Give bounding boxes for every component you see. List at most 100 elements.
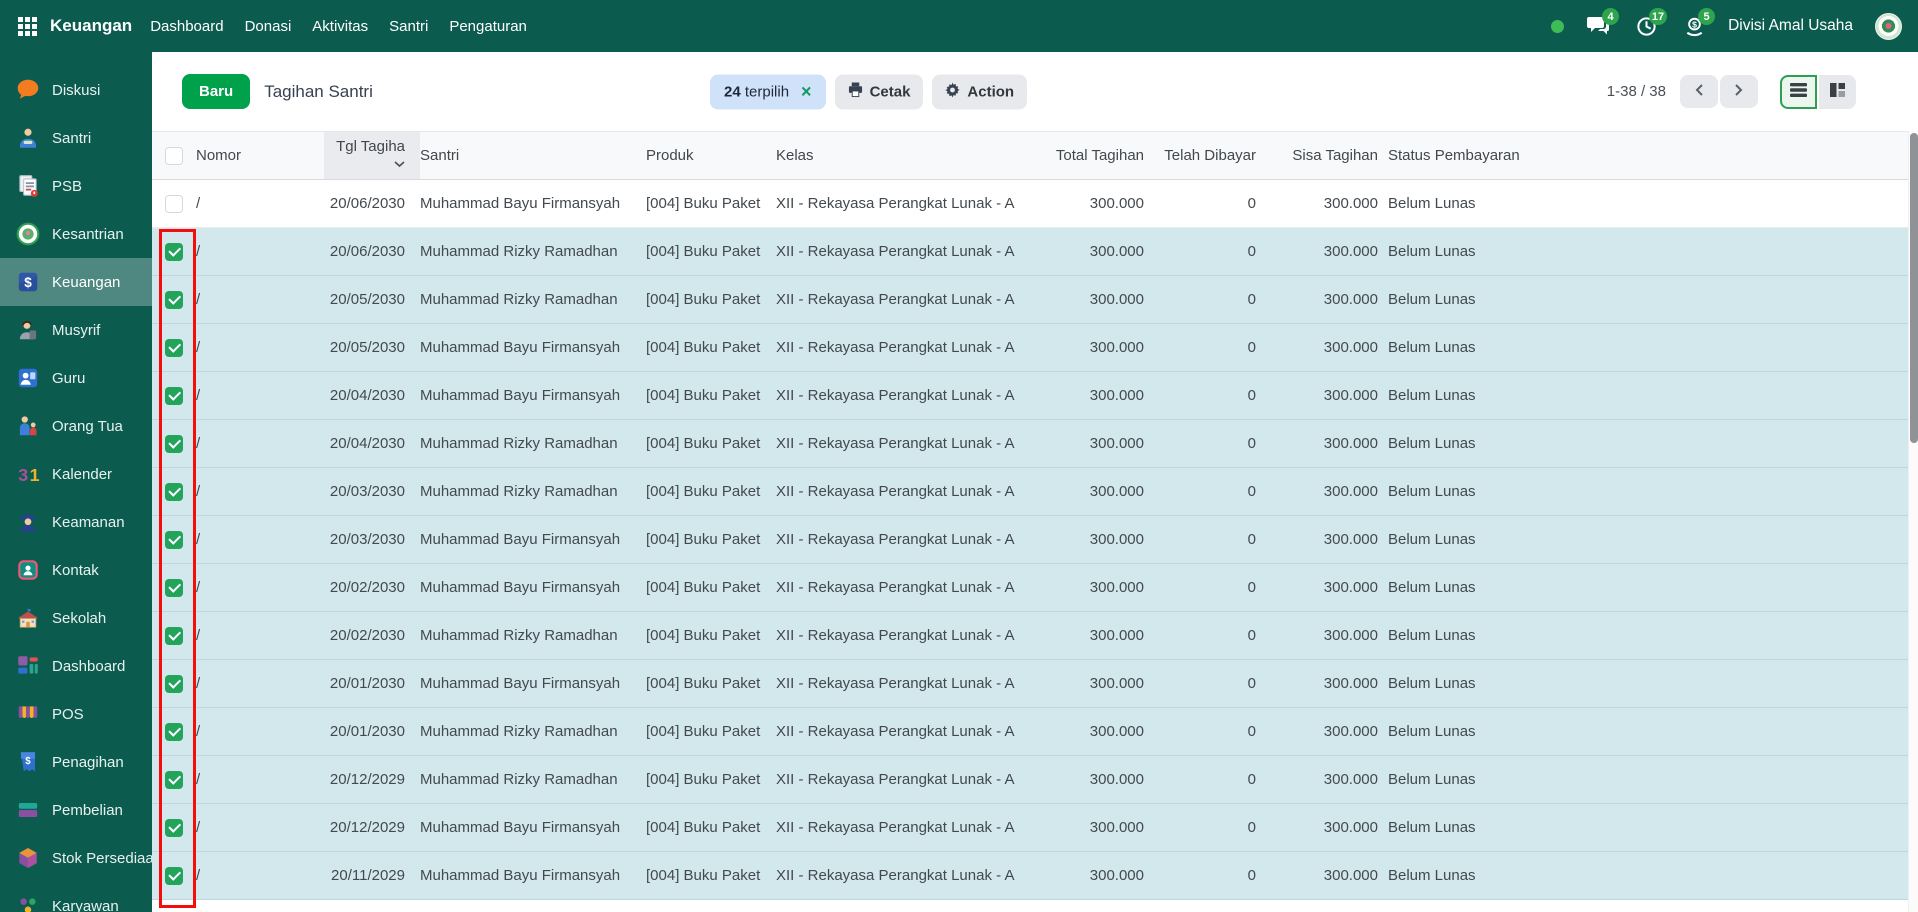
table-row[interactable]: /20/12/2029Muhammad Bayu Firmansyah[004]… [152, 804, 1908, 852]
sidebar-item-orang-tua[interactable]: Orang Tua [0, 402, 152, 450]
cell-total: 300.000 [1016, 612, 1150, 660]
row-checkbox[interactable] [165, 771, 183, 789]
table-row[interactable]: /20/01/2030Muhammad Rizky Ramadhan[004] … [152, 708, 1908, 756]
table-row[interactable]: /20/11/2029Muhammad Bayu Firmansyah[004]… [152, 852, 1908, 900]
row-checkbox[interactable] [165, 627, 183, 645]
row-checkbox[interactable] [165, 867, 183, 885]
sidebar-item-karyawan[interactable]: Karyawan [0, 882, 152, 912]
apps-grid-icon[interactable] [16, 15, 38, 37]
row-checkbox[interactable] [165, 387, 183, 405]
select-all-checkbox[interactable] [165, 147, 183, 165]
cell-kelas: XII - Rekayasa Perangkat Lunak - A [776, 324, 1016, 372]
table-row[interactable]: /20/03/2030Muhammad Rizky Ramadhan[004] … [152, 468, 1908, 516]
scrollbar-thumb[interactable] [1910, 133, 1918, 443]
sidebar-item-diskusi[interactable]: Diskusi [0, 66, 152, 114]
vertical-scrollbar[interactable] [1908, 131, 1918, 912]
close-icon[interactable]: × [801, 83, 812, 101]
selection-count-pill: 24 terpilih × [710, 74, 826, 109]
row-checkbox[interactable] [165, 531, 183, 549]
sidebar-item-guru[interactable]: Guru [0, 354, 152, 402]
sidebar-item-kontak[interactable]: Kontak [0, 546, 152, 594]
sidebar-item-keuangan[interactable]: $Keuangan [0, 258, 152, 306]
row-checkbox[interactable] [165, 195, 183, 213]
column-header-nomor[interactable]: Nomor [196, 132, 324, 180]
sidebar-item-dashboard[interactable]: Dashboard [0, 642, 152, 690]
cell-kelas: XII - Rekayasa Perangkat Lunak - A [776, 660, 1016, 708]
sidebar-item-keamanan[interactable]: Keamanan [0, 498, 152, 546]
user-avatar[interactable] [1875, 13, 1902, 40]
cell-santri: Muhammad Rizky Ramadhan [420, 468, 646, 516]
nav-menu-pengaturan[interactable]: Pengaturan [449, 18, 527, 35]
messages-icon[interactable]: 4 [1586, 14, 1610, 38]
table-row[interactable]: /20/03/2030Muhammad Bayu Firmansyah[004]… [152, 516, 1908, 564]
table-row[interactable]: /20/06/2030Muhammad Rizky Ramadhan[004] … [152, 228, 1908, 276]
table-row[interactable]: /20/02/2030Muhammad Rizky Ramadhan[004] … [152, 612, 1908, 660]
new-record-button[interactable]: Baru [182, 74, 250, 109]
column-header-kelas[interactable]: Kelas [776, 132, 1016, 180]
table-row[interactable]: /20/05/2030Muhammad Bayu Firmansyah[004]… [152, 324, 1908, 372]
app-brand[interactable]: Keuangan [50, 16, 132, 36]
sidebar-item-label: Musyrif [52, 322, 100, 339]
table-row[interactable]: /20/04/2030Muhammad Bayu Firmansyah[004]… [152, 372, 1908, 420]
column-header-tgl-tagiha[interactable]: Tgl Tagiha [324, 132, 420, 180]
nav-menu-santri[interactable]: Santri [389, 18, 428, 35]
sidebar-item-kalender[interactable]: 31Kalender [0, 450, 152, 498]
row-filler-cell [1580, 180, 1908, 228]
list-view-button[interactable] [1780, 75, 1817, 109]
cell-nomor: / [196, 228, 324, 276]
table-row[interactable]: /20/02/2030Muhammad Bayu Firmansyah[004]… [152, 564, 1908, 612]
cell-total: 300.000 [1016, 420, 1150, 468]
sidebar-item-sekolah[interactable]: Sekolah [0, 594, 152, 642]
row-checkbox[interactable] [165, 723, 183, 741]
table-row[interactable]: /20/06/2030Muhammad Bayu Firmansyah[004]… [152, 180, 1908, 228]
row-checkbox[interactable] [165, 339, 183, 357]
company-switcher[interactable]: Divisi Amal Usaha [1728, 17, 1853, 35]
cell-dibayar: 0 [1150, 372, 1268, 420]
row-checkbox[interactable] [165, 579, 183, 597]
nav-menu-dashboard[interactable]: Dashboard [150, 18, 223, 35]
sidebar-item-kesantrian[interactable]: Kesantrian [0, 210, 152, 258]
table-row[interactable]: /20/04/2030Muhammad Rizky Ramadhan[004] … [152, 420, 1908, 468]
row-checkbox[interactable] [165, 291, 183, 309]
column-header-total-tagihan[interactable]: Total Tagihan [1016, 132, 1150, 180]
column-header-produk[interactable]: Produk [646, 132, 776, 180]
column-header-santri[interactable]: Santri [420, 132, 646, 180]
sidebar-item-musyrif[interactable]: Musyrif [0, 306, 152, 354]
row-filler-cell [1580, 612, 1908, 660]
column-header-sisa-tagihan[interactable]: Sisa Tagihan [1268, 132, 1380, 180]
table-row[interactable]: /20/12/2029Muhammad Rizky Ramadhan[004] … [152, 756, 1908, 804]
row-checkbox[interactable] [165, 483, 183, 501]
cell-sisa: 300.000 [1268, 420, 1380, 468]
kanban-view-button[interactable] [1819, 75, 1856, 109]
row-checkbox[interactable] [165, 819, 183, 837]
column-header-status-pembayaran[interactable]: Status Pembayaran [1380, 132, 1580, 180]
cell-sisa: 300.000 [1268, 804, 1380, 852]
sidebar-item-penagihan[interactable]: $Penagihan [0, 738, 152, 786]
cell-kelas: XII - Rekayasa Perangkat Lunak - A [776, 708, 1016, 756]
sidebar-item-psb[interactable]: PSB [0, 162, 152, 210]
app-sidebar: DiskusiSantriPSBKesantrian$Keuangan Musyr… [0, 52, 152, 912]
sidebar-item-pos[interactable]: POS [0, 690, 152, 738]
sales-money-icon[interactable]: $5 [1682, 14, 1706, 38]
pager-previous-button[interactable] [1680, 75, 1718, 108]
sidebar-item-pembelian[interactable]: Pembelian [0, 786, 152, 834]
sidebar-item-santri[interactable]: Santri [0, 114, 152, 162]
cell-sisa: 300.000 [1268, 276, 1380, 324]
sidebar-item-label: Pembelian [52, 802, 123, 819]
activity-clock-icon[interactable]: 17 [1634, 14, 1658, 38]
nav-menu-aktivitas[interactable]: Aktivitas [312, 18, 368, 35]
row-checkbox[interactable] [165, 675, 183, 693]
row-checkbox[interactable] [165, 243, 183, 261]
table-row[interactable]: /20/01/2030Muhammad Bayu Firmansyah[004]… [152, 660, 1908, 708]
print-button[interactable]: Cetak [835, 74, 924, 109]
action-button[interactable]: Action [932, 74, 1027, 109]
nav-menu-donasi[interactable]: Donasi [245, 18, 292, 35]
cell-sisa: 300.000 [1268, 468, 1380, 516]
cell-total: 300.000 [1016, 324, 1150, 372]
cell-nomor: / [196, 372, 324, 420]
row-checkbox[interactable] [165, 435, 183, 453]
table-row[interactable]: /20/05/2030Muhammad Rizky Ramadhan[004] … [152, 276, 1908, 324]
sidebar-item-stok-persediaan[interactable]: Stok Persediaan [0, 834, 152, 882]
pager-next-button[interactable] [1720, 75, 1758, 108]
column-header-telah-dibayar[interactable]: Telah Dibayar [1150, 132, 1268, 180]
